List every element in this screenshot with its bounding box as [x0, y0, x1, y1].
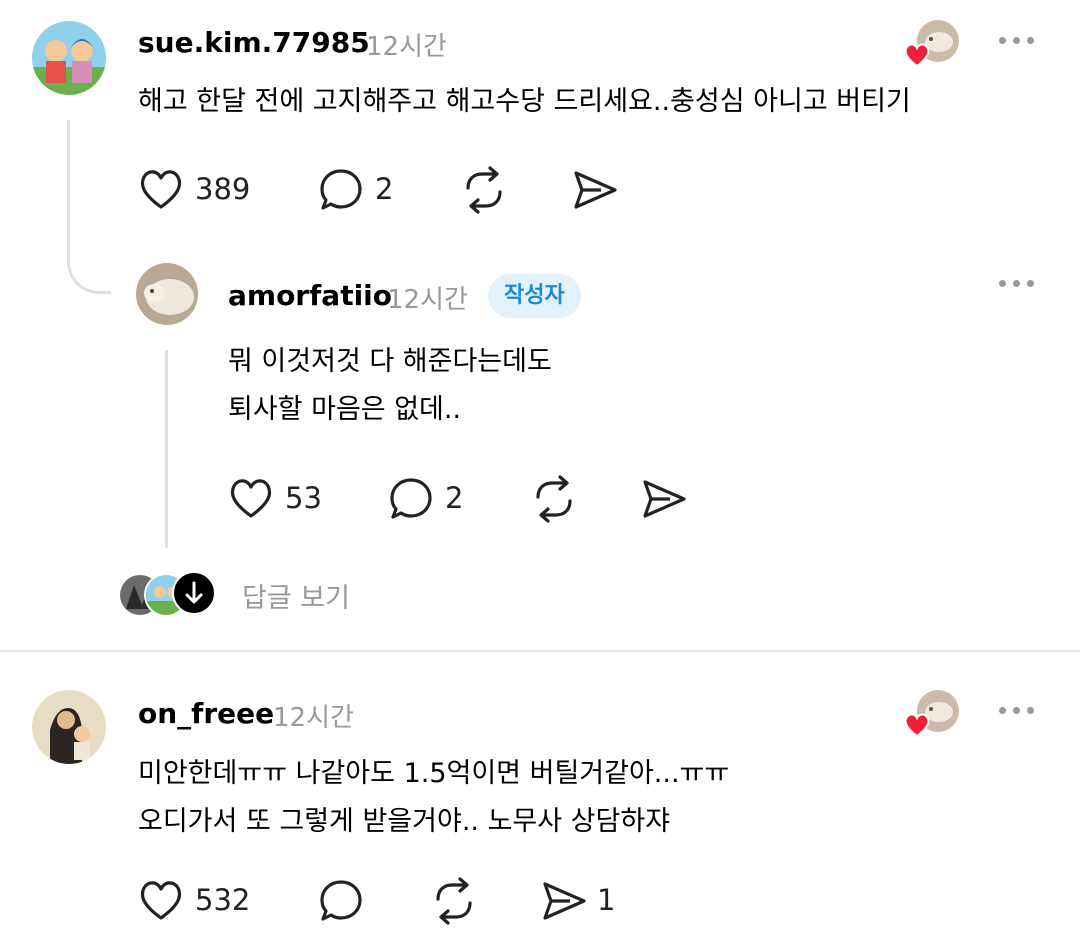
repost-icon[interactable]: [530, 475, 578, 523]
heart-filled-icon: [903, 42, 931, 68]
post-text-line: 미안한데ㅠㅠ 나같아도 1.5억이면 버틸거같아...ㅠㅠ: [138, 758, 730, 789]
comment-count: 2: [445, 481, 464, 515]
avatar[interactable]: [32, 21, 106, 95]
speech-bubble-icon[interactable]: [318, 167, 364, 213]
speech-bubble-icon[interactable]: [388, 476, 434, 522]
username[interactable]: on_freee: [138, 697, 274, 730]
send-icon[interactable]: [640, 477, 688, 521]
timestamp: 12시간: [273, 703, 354, 733]
like-count: 389: [195, 172, 251, 206]
timestamp: 12시간: [387, 285, 468, 315]
thread-line: [165, 350, 168, 548]
more-options-button[interactable]: [996, 704, 1036, 718]
send-icon[interactable]: [540, 879, 588, 923]
post-text-line: 퇴사할 마음은 없데..: [228, 394, 462, 425]
speech-bubble-icon[interactable]: [318, 878, 364, 924]
view-replies-button[interactable]: 답글 보기: [118, 571, 378, 617]
username[interactable]: amorfatiio: [228, 279, 392, 312]
heart-outline-icon[interactable]: [137, 167, 185, 211]
post-text-line: 해고 한달 전에 고지해주고 해고수당 드리세요..충성심 아니고 버티기: [138, 86, 911, 117]
view-replies-label: 답글 보기: [242, 583, 350, 614]
repost-icon[interactable]: [430, 877, 478, 925]
avatar[interactable]: [136, 263, 198, 325]
more-options-button[interactable]: [996, 34, 1036, 48]
repost-icon[interactable]: [460, 166, 508, 214]
heart-outline-icon[interactable]: [137, 878, 185, 922]
more-options-button[interactable]: [996, 277, 1036, 291]
post-text-line: 오디가서 또 그렇게 받을거야.. 노무사 상담하쟈: [138, 806, 671, 837]
divider: [0, 650, 1080, 652]
comment-count: 2: [375, 172, 394, 206]
heart-filled-icon: [903, 712, 931, 738]
post-text-line: 뭐 이것저것 다 해준다는데도: [228, 346, 552, 377]
timestamp: 12시간: [366, 32, 447, 62]
username[interactable]: sue.kim.77985: [138, 26, 370, 59]
heart-outline-icon[interactable]: [227, 476, 275, 520]
thread-connector: [67, 120, 111, 294]
avatar[interactable]: [32, 690, 106, 764]
send-icon[interactable]: [571, 168, 619, 212]
author-badge: 작성자: [488, 274, 581, 318]
like-count: 53: [285, 481, 322, 515]
like-count: 532: [195, 883, 251, 917]
share-count: 1: [597, 883, 616, 917]
arrow-down-icon: [172, 571, 216, 615]
